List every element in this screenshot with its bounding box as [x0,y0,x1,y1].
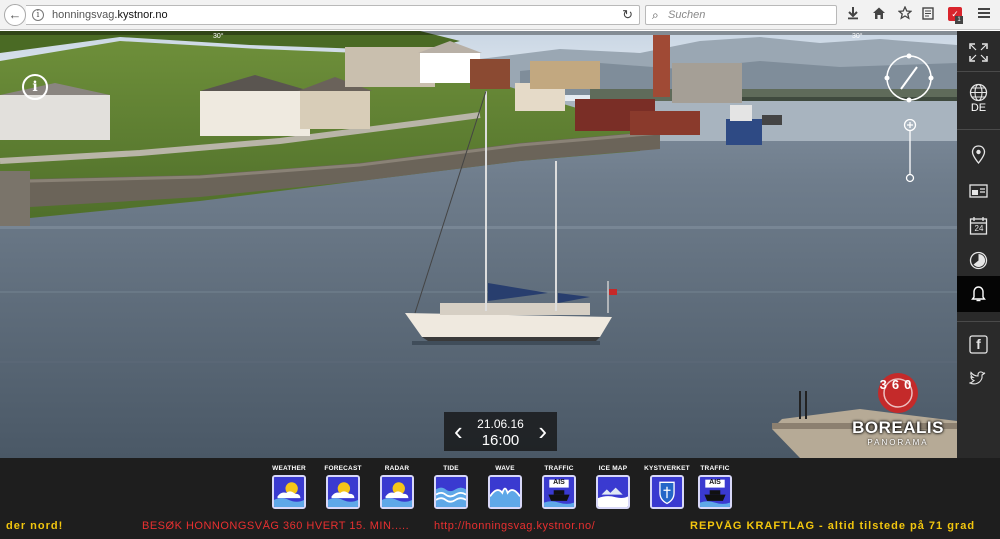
logo-name: BOREALIS [852,418,944,437]
tool-label: FORECAST [324,465,362,472]
menu-icon[interactable] [974,5,994,25]
ruler-mark-right: 30° [852,33,863,40]
ticker-text-3: REPVÅG KRAFTLAG - altid tilstede på 71 g… [690,520,976,532]
info-button[interactable]: i [22,74,48,100]
wave-icon [488,475,522,509]
reload-icon[interactable]: ↻ [622,7,633,23]
next-time-button[interactable]: › [538,418,547,444]
compass-icon[interactable] [884,53,934,103]
map-pin-icon [971,145,986,164]
sidebar-separator [957,129,1000,130]
calendar-day: 24 [974,224,984,233]
ice-map-icon [596,475,630,509]
kystverket-icon [650,475,684,509]
browser-toolbar: ← i honningsvag.kystnor.no ↻ ⌕ Suchen ✓ … [0,0,1000,30]
search-placeholder: Suchen [668,9,706,21]
time-label: 16:00 [481,432,520,449]
tool-label: ICE MAP [598,465,628,472]
twitter-icon [969,371,986,385]
twitter-button[interactable] [957,361,1000,395]
facebook-letter: f [976,336,981,352]
ticker-text-1: der nord! [6,520,64,532]
location-button[interactable] [957,137,1000,171]
timelapse-button[interactable] [957,243,1000,277]
notification-icon [971,286,986,302]
url-domain: honningsvag [52,9,115,21]
back-button[interactable]: ← [4,4,26,26]
url-text[interactable]: honningsvag.kystnor.no [52,9,168,21]
tool-label: TRAFFIC [544,465,574,472]
radar-icon [380,475,414,509]
fullscreen-button[interactable] [957,35,1000,69]
weather-icon [272,475,306,509]
tide-icon [434,475,468,509]
info-card-button[interactable] [957,173,1000,207]
borealis-logo: 360 BOREALIS PANORAMA [852,371,944,451]
previous-time-button[interactable]: ‹ [454,418,463,444]
tool-label: RADAR [384,465,410,472]
logo-number: 360 [879,377,917,392]
forecast-icon [326,475,360,509]
search-bar[interactable]: ⌕ Suchen [645,5,837,25]
notification-button[interactable] [957,276,1000,312]
home-icon[interactable] [869,5,889,25]
timelapse-icon [969,251,988,270]
search-icon: ⌕ [652,8,659,22]
right-sidebar: DE 24 f [957,31,1000,458]
back-arrow-icon: ← [8,7,22,22]
ticker-link[interactable]: http://honningsvag.kystnor.no/ [434,520,595,532]
globe-icon [969,83,988,102]
panorama-viewport[interactable]: 30° 30° i ‹ 21.06.16 16:00 › 360 BOREALI… [0,31,957,458]
fullscreen-icon [969,43,988,62]
ruler-mark-left: 30° [213,33,224,40]
tool-label: TIDE [443,465,459,472]
bottom-toolbar: WEATHER FORECAST RADAR TIDE WAVE TRAFFIC… [0,458,1000,539]
ticker-text-2: BESØK HONNONGSVÅG 360 HVERT 15. MIN..... [142,520,410,532]
reading-list-icon[interactable] [918,5,938,25]
card-icon [969,184,988,198]
date-label: 21.06.16 [477,417,524,431]
calendar-button[interactable]: 24 [957,208,1000,242]
language-label: DE [970,102,987,114]
news-ticker: der nord! BESØK HONNONGSVÅG 360 HVERT 15… [0,520,1000,536]
language-button[interactable]: DE [957,75,1000,145]
date-navigator: ‹ 21.06.16 16:00 › [444,412,557,451]
facebook-button[interactable]: f [957,327,1000,361]
tool-label: TRAFFIC [700,465,730,472]
sidebar-separator [957,71,1000,72]
harbor-panorama-image [0,31,957,458]
address-bar[interactable]: i honningsvag.kystnor.no ↻ [26,5,640,25]
ais-badge: AIS [709,479,721,486]
logo-subtitle: PANORAMA [867,438,929,447]
bookmark-star-icon[interactable] [895,5,915,25]
tool-label: KYSTVERKET [644,465,690,472]
download-icon[interactable] [843,5,863,25]
addon-badge: 1 [955,16,963,24]
site-info-icon[interactable]: i [32,9,44,21]
ais-badge: AIS [553,479,565,486]
tool-label: WAVE [495,465,515,472]
tool-label: WEATHER [272,465,306,472]
zoom-slider[interactable] [903,119,917,183]
heading-ruler [0,31,957,35]
url-rest: .kystnor.no [114,9,168,21]
sidebar-separator [957,321,1000,322]
